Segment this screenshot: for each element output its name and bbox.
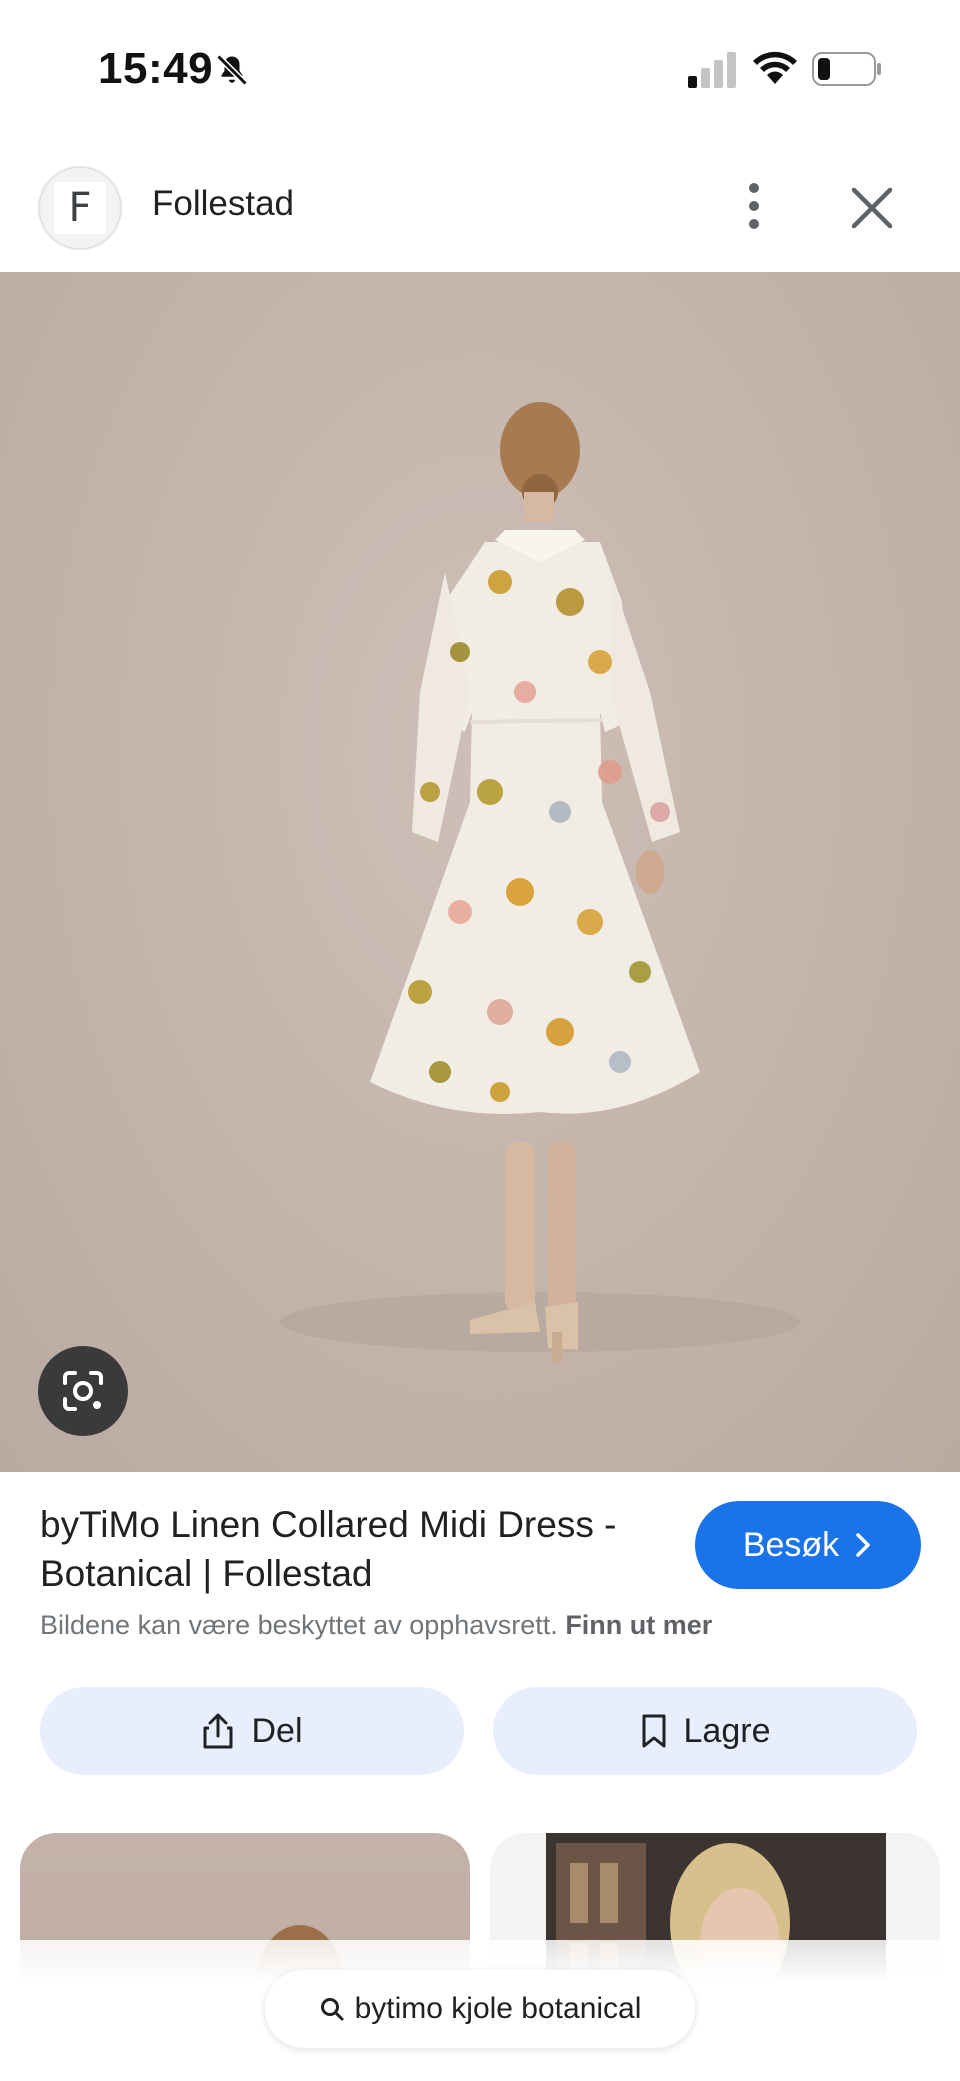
site-name[interactable]: Follestad	[152, 184, 294, 224]
bookmark-icon	[642, 1714, 666, 1748]
dress-illustration	[280, 402, 800, 1362]
close-icon[interactable]	[848, 184, 896, 232]
share-button-label: Del	[251, 1711, 303, 1750]
save-button[interactable]: Lagre	[493, 1687, 917, 1775]
cellular-signal-icon	[688, 52, 736, 88]
site-avatar-letter: F	[54, 182, 106, 234]
search-query-chip[interactable]: bytimo kjole botanical	[265, 1970, 695, 2048]
battery-icon	[812, 52, 881, 86]
chevron-right-icon	[856, 1533, 870, 1557]
search-icon	[320, 1998, 344, 2021]
result-title[interactable]: byTiMo Linen Collared Midi Dress - Botan…	[40, 1500, 670, 1598]
search-query-text: bytimo kjole botanical	[354, 1992, 642, 2025]
status-time: 15:49	[98, 44, 214, 93]
more-vert-icon[interactable]	[734, 178, 774, 234]
learn-more-link[interactable]: Finn ut mer	[565, 1610, 712, 1640]
wifi-icon	[753, 51, 797, 84]
site-avatar: F	[38, 166, 122, 250]
viewer-header: F Follestad	[0, 140, 960, 272]
status-bar: 15:49	[0, 0, 960, 140]
google-lens-icon	[63, 1371, 103, 1411]
product-image[interactable]	[0, 272, 960, 1472]
share-icon	[203, 1713, 233, 1749]
bell-off-icon	[216, 54, 248, 86]
share-button[interactable]: Del	[40, 1687, 464, 1775]
copyright-text: Bildene kan være beskyttet av opphavsret…	[40, 1610, 558, 1640]
lens-button[interactable]	[38, 1346, 128, 1436]
copyright-notice: Bildene kan være beskyttet av opphavsret…	[40, 1610, 712, 1641]
visit-button[interactable]: Besøk	[695, 1501, 921, 1589]
save-button-label: Lagre	[683, 1711, 771, 1750]
visit-button-label: Besøk	[742, 1525, 840, 1564]
